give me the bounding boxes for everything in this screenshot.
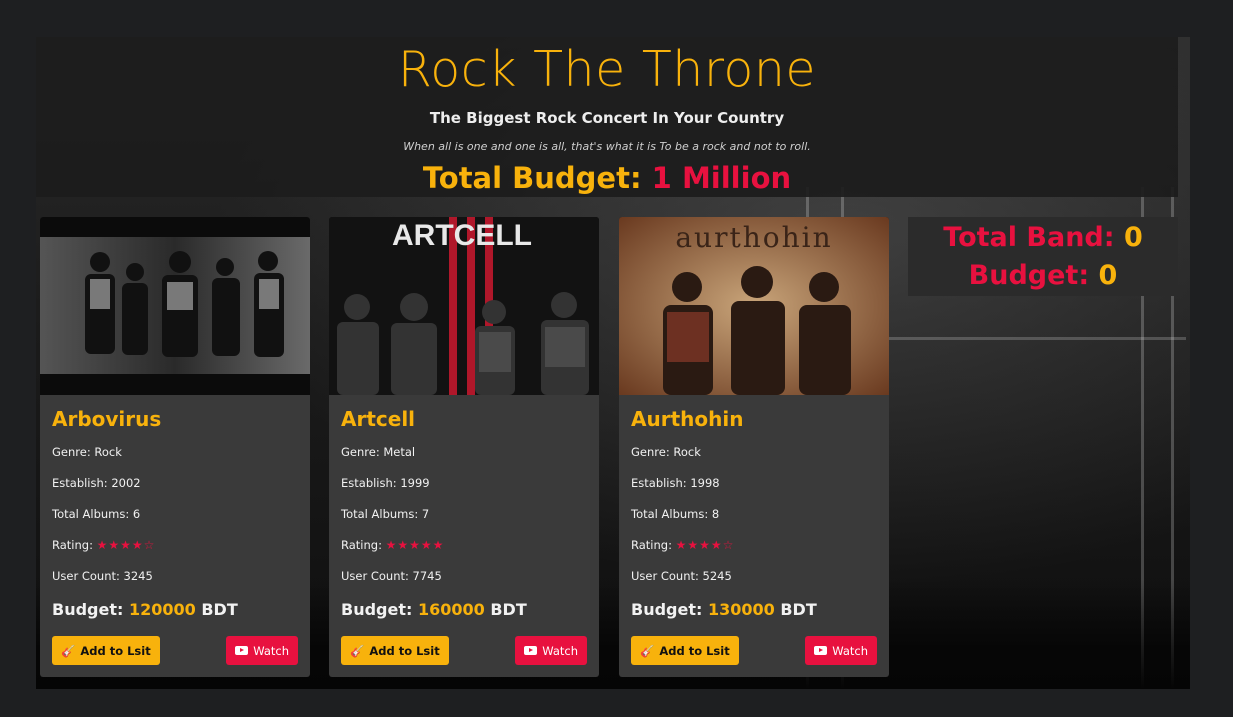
guitar-icon: 🎸: [350, 643, 365, 658]
band-photo-image: aurthohin: [619, 217, 889, 395]
total-band-value: 0: [1123, 222, 1143, 253]
star-rating-icon: ★★★★★: [385, 538, 445, 552]
band-logo-text: ARTCELL: [392, 219, 532, 252]
selected-budget-value: 0: [1098, 260, 1118, 291]
band-budget: Budget: 130000 BDT: [631, 600, 877, 620]
band-budget: Budget: 120000 BDT: [52, 600, 298, 620]
add-to-list-button[interactable]: 🎸 Add to Lsit: [631, 636, 739, 665]
rating-label: Rating:: [52, 538, 93, 552]
budget-label: Budget:: [52, 600, 124, 619]
guitar-icon: 🎸: [640, 643, 655, 658]
band-genre: Genre: Rock: [631, 445, 701, 459]
band-photo-image: [40, 237, 310, 374]
add-to-list-label: Add to Lsit: [659, 643, 730, 658]
star-rating-icon: ★★★★☆: [96, 538, 156, 552]
band-name: Arbovirus: [52, 407, 162, 431]
total-budget-value: 1 Million: [651, 161, 792, 195]
band-albums: Total Albums: 8: [631, 507, 720, 521]
band-rating: Rating: ★★★★☆: [631, 538, 877, 569]
band-photo: ARTCELL: [329, 217, 599, 395]
rating-label: Rating:: [341, 538, 382, 552]
budget-label: Budget:: [341, 600, 413, 619]
band-user-count: User Count: 5245: [631, 569, 732, 583]
band-photo-image: ARTCELL: [329, 217, 599, 395]
page-header: Rock The Throne The Biggest Rock Concert…: [36, 37, 1178, 197]
total-budget: Total Budget: 1 Million: [36, 161, 1178, 195]
band-genre: Genre: Rock: [52, 445, 122, 459]
band-name: Aurthohin: [631, 407, 744, 431]
total-band-label: Total Band:: [943, 222, 1115, 253]
budget-amount: 160000: [417, 600, 485, 619]
band-name: Artcell: [341, 407, 416, 431]
selected-budget: Budget: 0: [908, 257, 1178, 295]
add-to-list-button[interactable]: 🎸 Add to Lsit: [341, 636, 449, 665]
band-establish: Establish: 1998: [631, 476, 720, 490]
band-albums: Total Albums: 6: [52, 507, 141, 521]
band-user-count: User Count: 7745: [341, 569, 442, 583]
budget-unit: BDT: [201, 600, 238, 619]
watch-label: Watch: [253, 643, 289, 658]
guitar-icon: 🎸: [61, 643, 76, 658]
add-to-list-button[interactable]: 🎸 Add to Lsit: [52, 636, 160, 665]
watch-label: Watch: [542, 643, 578, 658]
budget-unit: BDT: [490, 600, 527, 619]
total-band-count: Total Band: 0: [908, 219, 1178, 257]
band-genre: Genre: Metal: [341, 445, 416, 459]
rating-label: Rating:: [631, 538, 672, 552]
budget-amount: 130000: [707, 600, 775, 619]
band-logo-text: aurthohin: [675, 221, 832, 254]
selected-budget-label: Budget:: [968, 260, 1090, 291]
band-albums: Total Albums: 7: [341, 507, 430, 521]
budget-unit: BDT: [780, 600, 817, 619]
add-to-list-label: Add to Lsit: [369, 643, 440, 658]
site-title: Rock The Throne: [397, 41, 817, 98]
selection-summary: Total Band: 0 Budget: 0: [908, 217, 1178, 296]
band-establish: Establish: 1999: [341, 476, 430, 490]
band-photo: aurthohin: [619, 217, 889, 395]
youtube-icon: [235, 646, 249, 655]
concert-background: Rock The Throne The Biggest Rock Concert…: [36, 37, 1190, 689]
band-user-count: User Count: 3245: [52, 569, 153, 583]
band-rating: Rating: ★★★★☆: [52, 538, 298, 569]
site-subtitle: The Biggest Rock Concert In Your Country: [429, 109, 785, 127]
star-rating-icon: ★★★★☆: [675, 538, 735, 552]
budget-amount: 120000: [128, 600, 196, 619]
watch-button[interactable]: Watch: [515, 636, 587, 665]
band-budget: Budget: 160000 BDT: [341, 600, 587, 620]
budget-label: Budget:: [631, 600, 703, 619]
band-card: ARTCELL Artcell Genre: Metal Establish: …: [329, 217, 599, 677]
watch-button[interactable]: Watch: [805, 636, 877, 665]
band-establish: Establish: 2002: [52, 476, 141, 490]
band-photo: [40, 217, 310, 395]
band-card: Arbovirus Genre: Rock Establish: 2002 To…: [40, 217, 310, 677]
watch-button[interactable]: Watch: [226, 636, 298, 665]
add-to-list-label: Add to Lsit: [80, 643, 151, 658]
watch-label: Watch: [832, 643, 868, 658]
youtube-icon: [814, 646, 828, 655]
band-card: aurthohin Aurthohin Genre: Rock Establis…: [619, 217, 889, 677]
youtube-icon: [524, 646, 538, 655]
total-budget-label: Total Budget:: [422, 161, 642, 195]
band-rating: Rating: ★★★★★: [341, 538, 587, 569]
site-tagline: When all is one and one is all, that's w…: [403, 140, 811, 153]
